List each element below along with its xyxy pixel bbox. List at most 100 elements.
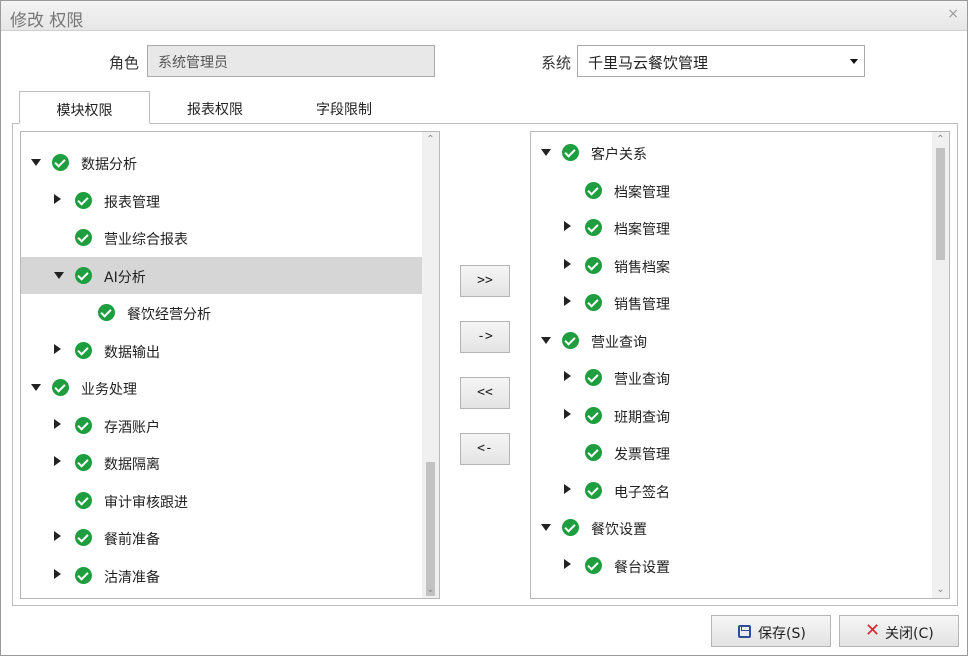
expand-arrow-icon[interactable] (564, 296, 571, 306)
checked-icon[interactable] (585, 406, 602, 424)
tree-node[interactable]: 营业查询 (531, 359, 932, 396)
expand-arrow-icon[interactable] (564, 483, 571, 494)
tree-node-label: 档案管理 (614, 222, 670, 238)
tree-node-label: 存酒账户 (104, 419, 160, 436)
dialog-title: 修改 权限 (10, 11, 84, 31)
tree-node[interactable]: 沽清准备 (21, 557, 422, 594)
scroll-thumb[interactable] (936, 148, 945, 260)
expand-arrow-icon[interactable] (54, 456, 61, 466)
tree-node[interactable]: 营业综合报表 (21, 219, 422, 256)
tree-node[interactable]: 销售档案 (531, 247, 932, 284)
checked-icon[interactable] (562, 519, 579, 536)
save-button[interactable]: 保存(S) (711, 615, 831, 647)
expand-arrow-icon[interactable] (54, 343, 61, 354)
right-scrollbar[interactable]: ⌃ ⌄ (932, 132, 949, 598)
tree-node[interactable]: 销售管理 (531, 284, 932, 321)
collapse-arrow-icon[interactable] (541, 336, 551, 344)
tree-node[interactable]: 数据分析 (21, 144, 422, 181)
expand-arrow-icon[interactable] (564, 371, 571, 381)
expand-arrow-icon[interactable] (564, 408, 571, 419)
title-bar[interactable]: 修改 权限 × (1, 1, 967, 31)
tree-node[interactable]: 报表管理 (21, 182, 422, 219)
tree-node[interactable]: 餐饮设置 (531, 509, 932, 546)
checked-icon[interactable] (75, 266, 92, 284)
expand-arrow-icon[interactable] (54, 568, 61, 579)
expand-arrow-icon[interactable] (54, 193, 61, 204)
collapse-arrow-icon[interactable] (541, 149, 551, 156)
move-all-left-button[interactable]: << (460, 377, 510, 409)
scroll-thumb[interactable] (426, 462, 435, 596)
tree-node[interactable]: 班期查询 (531, 397, 932, 434)
checked-icon[interactable] (75, 529, 92, 546)
checked-icon[interactable] (562, 331, 579, 349)
checked-icon[interactable] (75, 416, 92, 434)
close-icon[interactable]: × (947, 6, 959, 22)
checked-icon[interactable] (75, 491, 92, 509)
expand-arrow-icon[interactable] (54, 418, 61, 429)
expand-arrow-icon[interactable] (564, 221, 571, 231)
checked-icon[interactable] (585, 556, 602, 574)
checked-icon[interactable] (562, 144, 579, 161)
tree-node-label: 数据隔离 (104, 457, 160, 473)
checked-icon[interactable] (98, 304, 115, 321)
checked-icon[interactable] (585, 256, 602, 274)
close-button[interactable]: ✕ 关闭(C) (839, 615, 959, 647)
collapse-arrow-icon[interactable] (541, 524, 551, 531)
tab-field-restrictions[interactable]: 字段限制 (280, 91, 408, 124)
checked-icon[interactable] (585, 444, 602, 461)
checked-icon[interactable] (585, 369, 602, 386)
tree-node-label: 餐饮设置 (591, 522, 647, 538)
checked-icon[interactable] (75, 454, 92, 471)
left-scrollbar[interactable]: ⌃ ⌄ (422, 132, 439, 598)
tree-node[interactable]: 审计审核跟进 (21, 482, 422, 519)
tree-node[interactable]: 餐台设置 (531, 547, 932, 584)
checked-icon[interactable] (75, 566, 92, 584)
system-select[interactable]: 千里马云餐饮管理 (577, 45, 865, 77)
tree-node[interactable]: 餐前准备 (21, 519, 422, 556)
tree-node-label: 报表管理 (104, 194, 160, 211)
tree-node-label: 营业查询 (591, 334, 647, 351)
collapse-arrow-icon[interactable] (31, 159, 41, 166)
tree-node[interactable]: 数据输出 (21, 332, 422, 369)
tree-node[interactable]: AI分析 (21, 256, 422, 294)
checked-icon[interactable] (585, 294, 602, 311)
tab-module-permissions[interactable]: 模块权限 (19, 91, 150, 124)
checked-icon[interactable] (585, 219, 602, 236)
tree-node[interactable]: 数据隔离 (21, 444, 422, 481)
chevron-down-icon (850, 59, 858, 64)
scroll-down-icon[interactable]: ⌄ (422, 582, 439, 598)
tree-node[interactable]: 业务处理 (21, 369, 422, 406)
checked-icon[interactable] (75, 341, 92, 359)
expand-arrow-icon[interactable] (564, 558, 571, 569)
available-modules-tree[interactable]: 数据分析报表管理营业综合报表 AI分析 餐饮经营分析 数据输出 业务处理存酒账户数据隔离… (20, 131, 440, 599)
scroll-up-icon[interactable]: ⌃ (422, 132, 439, 148)
checked-icon[interactable] (52, 379, 69, 396)
checked-icon[interactable] (52, 154, 69, 171)
save-icon (738, 625, 751, 638)
checked-icon[interactable] (585, 481, 602, 499)
move-all-right-button[interactable]: >> (460, 265, 510, 297)
tree-node[interactable]: 档案管理 (531, 209, 932, 246)
collapse-arrow-icon[interactable] (31, 384, 41, 391)
move-left-button[interactable]: <- (460, 433, 510, 465)
checked-icon[interactable] (75, 229, 92, 246)
scroll-up-icon[interactable]: ⌃ (932, 132, 949, 148)
tree-node[interactable]: 发票管理 (531, 434, 932, 471)
tree-node[interactable]: 档案管理 (531, 172, 932, 209)
collapse-arrow-icon[interactable] (54, 271, 64, 279)
scroll-down-icon[interactable]: ⌄ (932, 582, 949, 598)
tree-node[interactable]: 存酒账户 (21, 407, 422, 444)
role-field[interactable]: 系统管理员 (147, 45, 435, 77)
checked-icon[interactable] (75, 191, 92, 209)
tree-node[interactable]: 电子签名 (531, 472, 932, 509)
assigned-modules-tree[interactable]: 客户关系 档案管理 档案管理 销售档案 销售管理 营业查询 营业查询 班期查询 发票管理 电子签名… (530, 131, 950, 599)
left-tree-rows: 数据分析报表管理营业综合报表 AI分析 餐饮经营分析 数据输出 业务处理存酒账户数据隔离… (21, 132, 422, 598)
tree-node[interactable]: 营业查询 (531, 322, 932, 359)
expand-arrow-icon[interactable] (54, 531, 61, 541)
tree-node[interactable]: 客户关系 (531, 134, 932, 171)
move-right-button[interactable]: -> (460, 321, 510, 353)
expand-arrow-icon[interactable] (564, 258, 571, 269)
checked-icon[interactable] (585, 181, 602, 199)
tree-node[interactable]: 餐饮经营分析 (21, 294, 422, 331)
tab-report-permissions[interactable]: 报表权限 (150, 91, 280, 124)
